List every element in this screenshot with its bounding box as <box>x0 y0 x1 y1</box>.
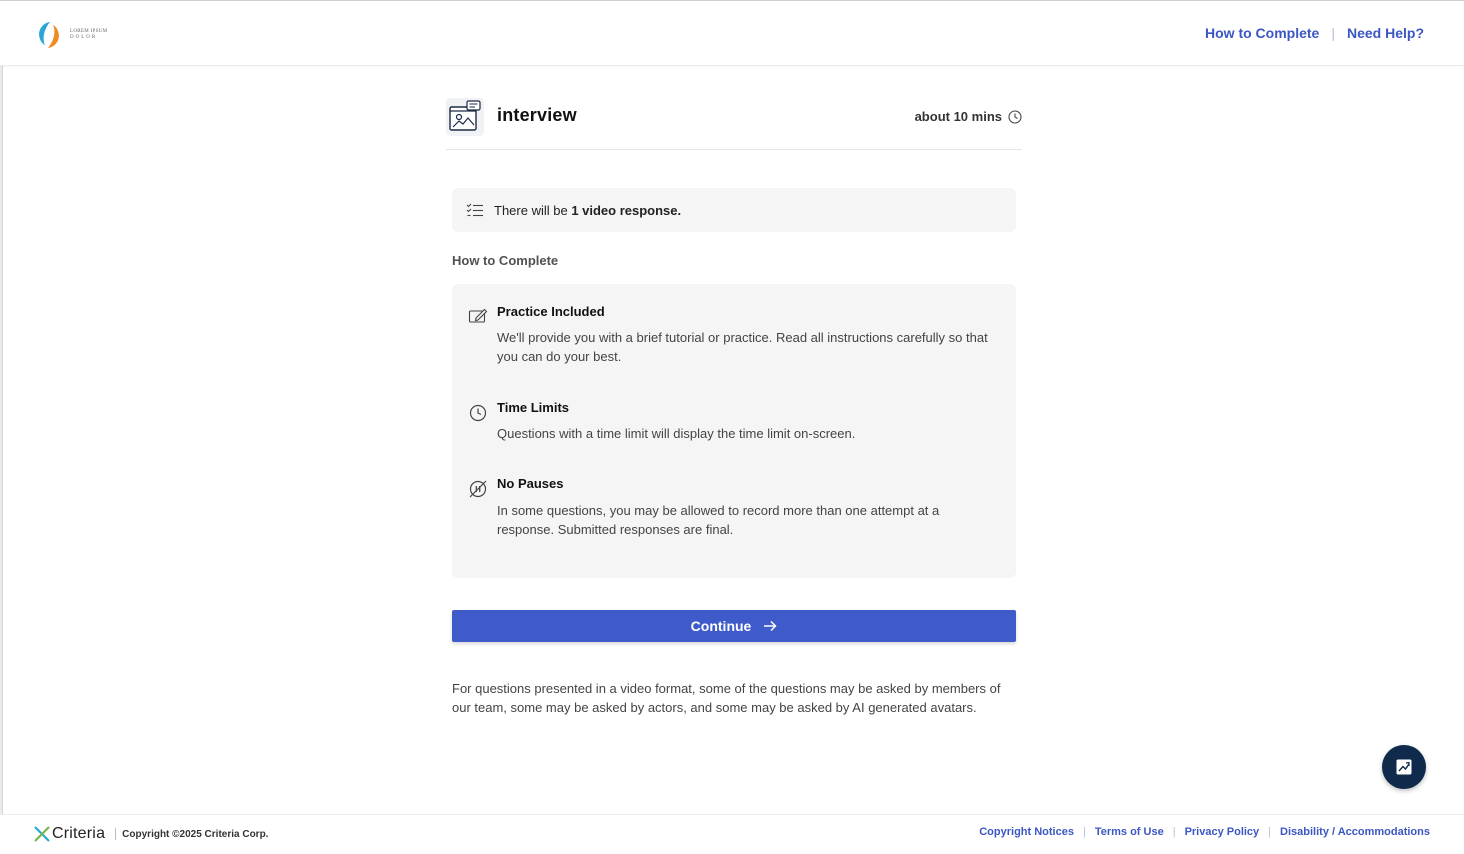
terms-of-use-link[interactable]: Terms of Use <box>1095 826 1164 838</box>
clock-icon <box>469 404 487 422</box>
copyright-text: Copyright ©2025 Criteria Corp. <box>122 828 269 840</box>
logo-mark-icon <box>39 22 59 48</box>
chat-help-button[interactable] <box>1382 745 1426 789</box>
header-nav: How to Complete | Need Help? <box>1205 25 1424 41</box>
footer-brand: Criteria Copyright ©2025 Criteria Corp. <box>34 825 268 843</box>
edit-icon <box>468 308 488 323</box>
company-logo[interactable]: LOREM IPSUM DOLOR <box>34 19 114 51</box>
instruction-title: Time Limits <box>497 400 570 415</box>
continue-label: Continue <box>690 618 752 634</box>
info-text: There will be 1 video response. <box>494 202 682 218</box>
no-pause-icon <box>469 480 487 498</box>
video-format-disclaimer: For questions presented in a video forma… <box>452 681 1001 715</box>
instruction-description: In some questions, you may be allowed to… <box>497 503 940 537</box>
how-to-complete-link[interactable]: How to Complete <box>1205 25 1319 41</box>
info-bold: 1 video response. <box>571 202 682 218</box>
copyright-notices-link[interactable]: Copyright Notices <box>979 826 1074 838</box>
footer-nav: Copyright Notices | Terms of Use | Priva… <box>979 826 1430 838</box>
privacy-policy-link[interactable]: Privacy Policy <box>1185 826 1260 838</box>
arrow-right-icon <box>764 620 777 632</box>
criteria-logo-icon <box>34 826 50 842</box>
window-edge <box>0 0 3 854</box>
instruction-title: No Pauses <box>497 476 564 491</box>
duration-text: about 10 mins <box>914 109 1002 124</box>
continue-button[interactable]: Continue <box>452 610 1016 642</box>
instruction-description: Questions with a time limit will display… <box>497 426 856 441</box>
header: LOREM IPSUM DOLOR How to Complete | Need… <box>0 0 1464 66</box>
how-to-complete-heading: How to Complete <box>452 253 559 268</box>
instruction-title: Practice Included <box>497 304 605 319</box>
criteria-brand-text: Criteria <box>52 825 106 842</box>
footer: Criteria Copyright ©2025 Criteria Corp. … <box>0 814 1464 854</box>
logo-text-bottom: DOLOR <box>70 35 98 40</box>
assessment-title: interview <box>497 105 577 125</box>
video-response-info: There will be 1 video response. <box>452 188 1016 232</box>
chat-icon <box>1396 759 1412 775</box>
nav-separator: | <box>1331 25 1335 41</box>
need-help-link[interactable]: Need Help? <box>1347 25 1424 41</box>
instructions-card: Practice Included We'll provide you with… <box>452 284 1016 578</box>
video-interview-icon <box>446 98 484 136</box>
accommodations-link[interactable]: Disability / Accommodations <box>1280 826 1430 838</box>
checklist-icon <box>466 203 483 217</box>
instruction-description: We'll provide you with a brief tutorial … <box>497 330 988 364</box>
assessment-header: interview about 10 mins <box>446 98 1022 150</box>
clock-icon <box>1008 109 1022 124</box>
duration-label: about 10 mins <box>915 109 1022 124</box>
